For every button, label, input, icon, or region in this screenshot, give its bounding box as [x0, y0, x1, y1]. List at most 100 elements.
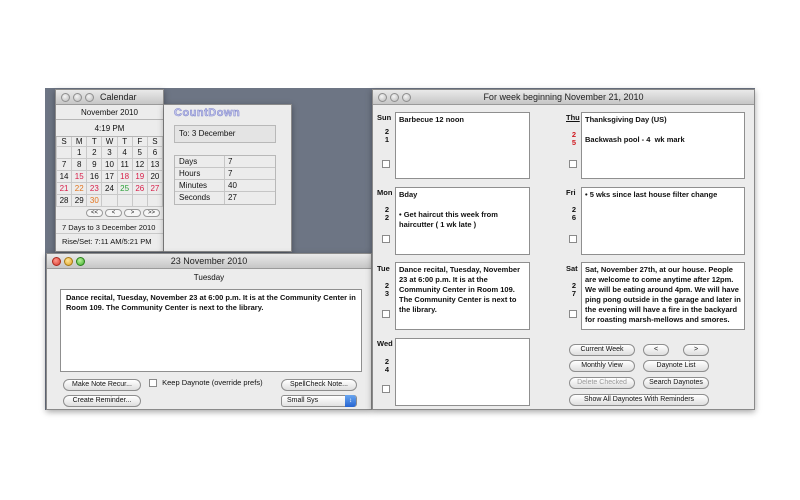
calendar-day[interactable]: 17 [102, 171, 118, 183]
calendar-day[interactable]: 10 [102, 159, 118, 171]
tue-note[interactable]: Dance recital, Tuesday, November 23 at 6… [395, 262, 530, 330]
calendar-day[interactable]: 23 [87, 183, 103, 195]
weekday-header: T [117, 137, 133, 147]
updown-arrow-icon: ↕ [345, 395, 356, 407]
countdown-row: Hours 7 [175, 168, 275, 180]
thu-note[interactable]: Thanksgiving Day (US) Backwash pool - 4 … [581, 112, 745, 179]
tue-date: 23 [384, 281, 390, 298]
countdown-key: Hours [175, 168, 225, 179]
mon-checkbox[interactable] [382, 235, 390, 243]
calendar-day[interactable]: 28 [57, 195, 73, 207]
wed-checkbox[interactable] [382, 385, 390, 393]
sun-date: 21 [384, 127, 390, 144]
calendar-empty-cell [132, 195, 148, 207]
calendar-day[interactable]: 9 [87, 159, 103, 171]
calendar-day[interactable]: 20 [147, 171, 163, 183]
next-month-button[interactable]: > [124, 209, 141, 217]
rise-set-label: Rise/Set: 7:11 AM/5:21 PM [56, 233, 163, 246]
search-daynotes-button[interactable]: Search Daynotes [643, 377, 709, 389]
current-week-button[interactable]: Current Week [569, 344, 635, 356]
calendar-day[interactable]: 26 [132, 183, 148, 195]
calendar-day[interactable]: 30 [87, 195, 103, 207]
calendar-day[interactable]: 25 [117, 183, 133, 195]
calendar-day[interactable]: 3 [102, 147, 118, 159]
countdown-value: 7 [228, 157, 233, 166]
prev-year-button[interactable]: << [86, 209, 103, 217]
daynote-title: 23 November 2010 [170, 256, 248, 266]
calendar-day[interactable]: 24 [102, 183, 118, 195]
show-all-reminders-button[interactable]: Show All Daynotes With Reminders [569, 394, 709, 406]
fri-label: Fri [566, 188, 576, 197]
previous-week-button[interactable]: < [643, 344, 669, 356]
calendar-day[interactable]: 21 [57, 183, 73, 195]
calendar-day[interactable]: 15 [72, 171, 88, 183]
daynote-weekday: Tuesday [193, 273, 225, 282]
create-reminder-button[interactable]: Create Reminder... [63, 395, 141, 407]
tue-checkbox[interactable] [382, 310, 390, 318]
calendar-day[interactable]: 6 [147, 147, 163, 159]
calendar-day[interactable]: 27 [147, 183, 163, 195]
mon-note[interactable]: Bday • Get haircut this week from haircu… [395, 187, 530, 255]
calendar-empty-cell [147, 195, 163, 207]
calendar-day[interactable]: 4 [117, 147, 133, 159]
countdown-value: 7 [228, 169, 233, 178]
calendar-day[interactable]: 5 [132, 147, 148, 159]
daynote-window: 23 November 2010 Tuesday Dance recital, … [46, 253, 372, 410]
calendar-empty-cell [117, 195, 133, 207]
week-titlebar[interactable]: For week beginning November 21, 2010 [373, 90, 754, 105]
daynote-text-area[interactable]: Dance recital, Tuesday, November 23 at 6… [60, 289, 362, 372]
thu-date: 25 [571, 130, 577, 147]
calendar-window: Calendar November 2010 4:19 PM SMTWTFS12… [55, 89, 164, 252]
calendar-day[interactable]: 1 [72, 147, 88, 159]
sun-checkbox[interactable] [382, 160, 390, 168]
daynote-list-button[interactable]: Daynote List [643, 360, 709, 372]
wed-note[interactable] [395, 338, 530, 406]
fri-checkbox[interactable] [569, 235, 577, 243]
sat-date: 27 [571, 281, 577, 298]
calendar-day[interactable]: 19 [132, 171, 148, 183]
keep-daynote-option[interactable]: Keep Daynote (override prefs) [149, 378, 263, 388]
keep-daynote-checkbox[interactable] [149, 379, 157, 388]
font-select[interactable]: Small Sys ↕ [281, 395, 357, 407]
thu-label: Thu [566, 113, 580, 122]
weekday-header: W [102, 137, 118, 147]
calendar-day[interactable]: 29 [72, 195, 88, 207]
wed-label: Wed [377, 339, 393, 348]
thu-checkbox[interactable] [569, 160, 577, 168]
calendar-day[interactable]: 13 [147, 159, 163, 171]
countdown-row: Seconds 27 [175, 192, 275, 204]
spellcheck-button[interactable]: SpellCheck Note... [281, 379, 357, 391]
weekday-header: S [57, 137, 73, 147]
countdown-logo: CountDown [174, 107, 241, 120]
next-year-button[interactable]: >> [143, 209, 160, 217]
make-note-recur-button[interactable]: Make Note Recur... [63, 379, 141, 391]
sat-note[interactable]: Sat, November 27th, at our house. People… [581, 262, 745, 330]
calendar-titlebar[interactable]: Calendar [56, 90, 163, 105]
font-select-value: Small Sys [287, 397, 319, 404]
prev-month-button[interactable]: < [105, 209, 122, 217]
calendar-day[interactable]: 2 [87, 147, 103, 159]
calendar-day[interactable]: 12 [132, 159, 148, 171]
daynote-titlebar[interactable]: 23 November 2010 [47, 254, 371, 269]
calendar-day[interactable]: 16 [87, 171, 103, 183]
calendar-empty-cell [102, 195, 118, 207]
calendar-clock: 4:19 PM [56, 120, 163, 137]
calendar-day[interactable]: 22 [72, 183, 88, 195]
delete-checked-button[interactable]: Delete Checked [569, 377, 635, 389]
calendar-day[interactable]: 7 [57, 159, 73, 171]
countdown-window: CountDown To: 3 December Days 7 Hours 7 Mi… [164, 104, 292, 252]
days-to-label: 7 Days to 3 December 2010 [56, 219, 163, 233]
sat-checkbox[interactable] [569, 310, 577, 318]
weekday-header: S [147, 137, 163, 147]
calendar-day[interactable]: 18 [117, 171, 133, 183]
calendar-day[interactable]: 8 [72, 159, 88, 171]
calendar-day[interactable]: 11 [117, 159, 133, 171]
calendar-day[interactable]: 14 [57, 171, 73, 183]
sun-note[interactable]: Barbecue 12 noon [395, 112, 530, 179]
countdown-row: Minutes 40 [175, 180, 275, 192]
monthly-view-button[interactable]: Monthly View [569, 360, 635, 372]
fri-note[interactable]: • 5 wks since last house filter change [581, 187, 745, 255]
next-week-button[interactable]: > [683, 344, 709, 356]
countdown-value: 27 [228, 193, 237, 202]
calendar-grid: S M T W T F S 1 2 3 4 5 6 7 8 9 10 11 12 13 14 15 16 17 18 19 20 21… [56, 137, 163, 207]
